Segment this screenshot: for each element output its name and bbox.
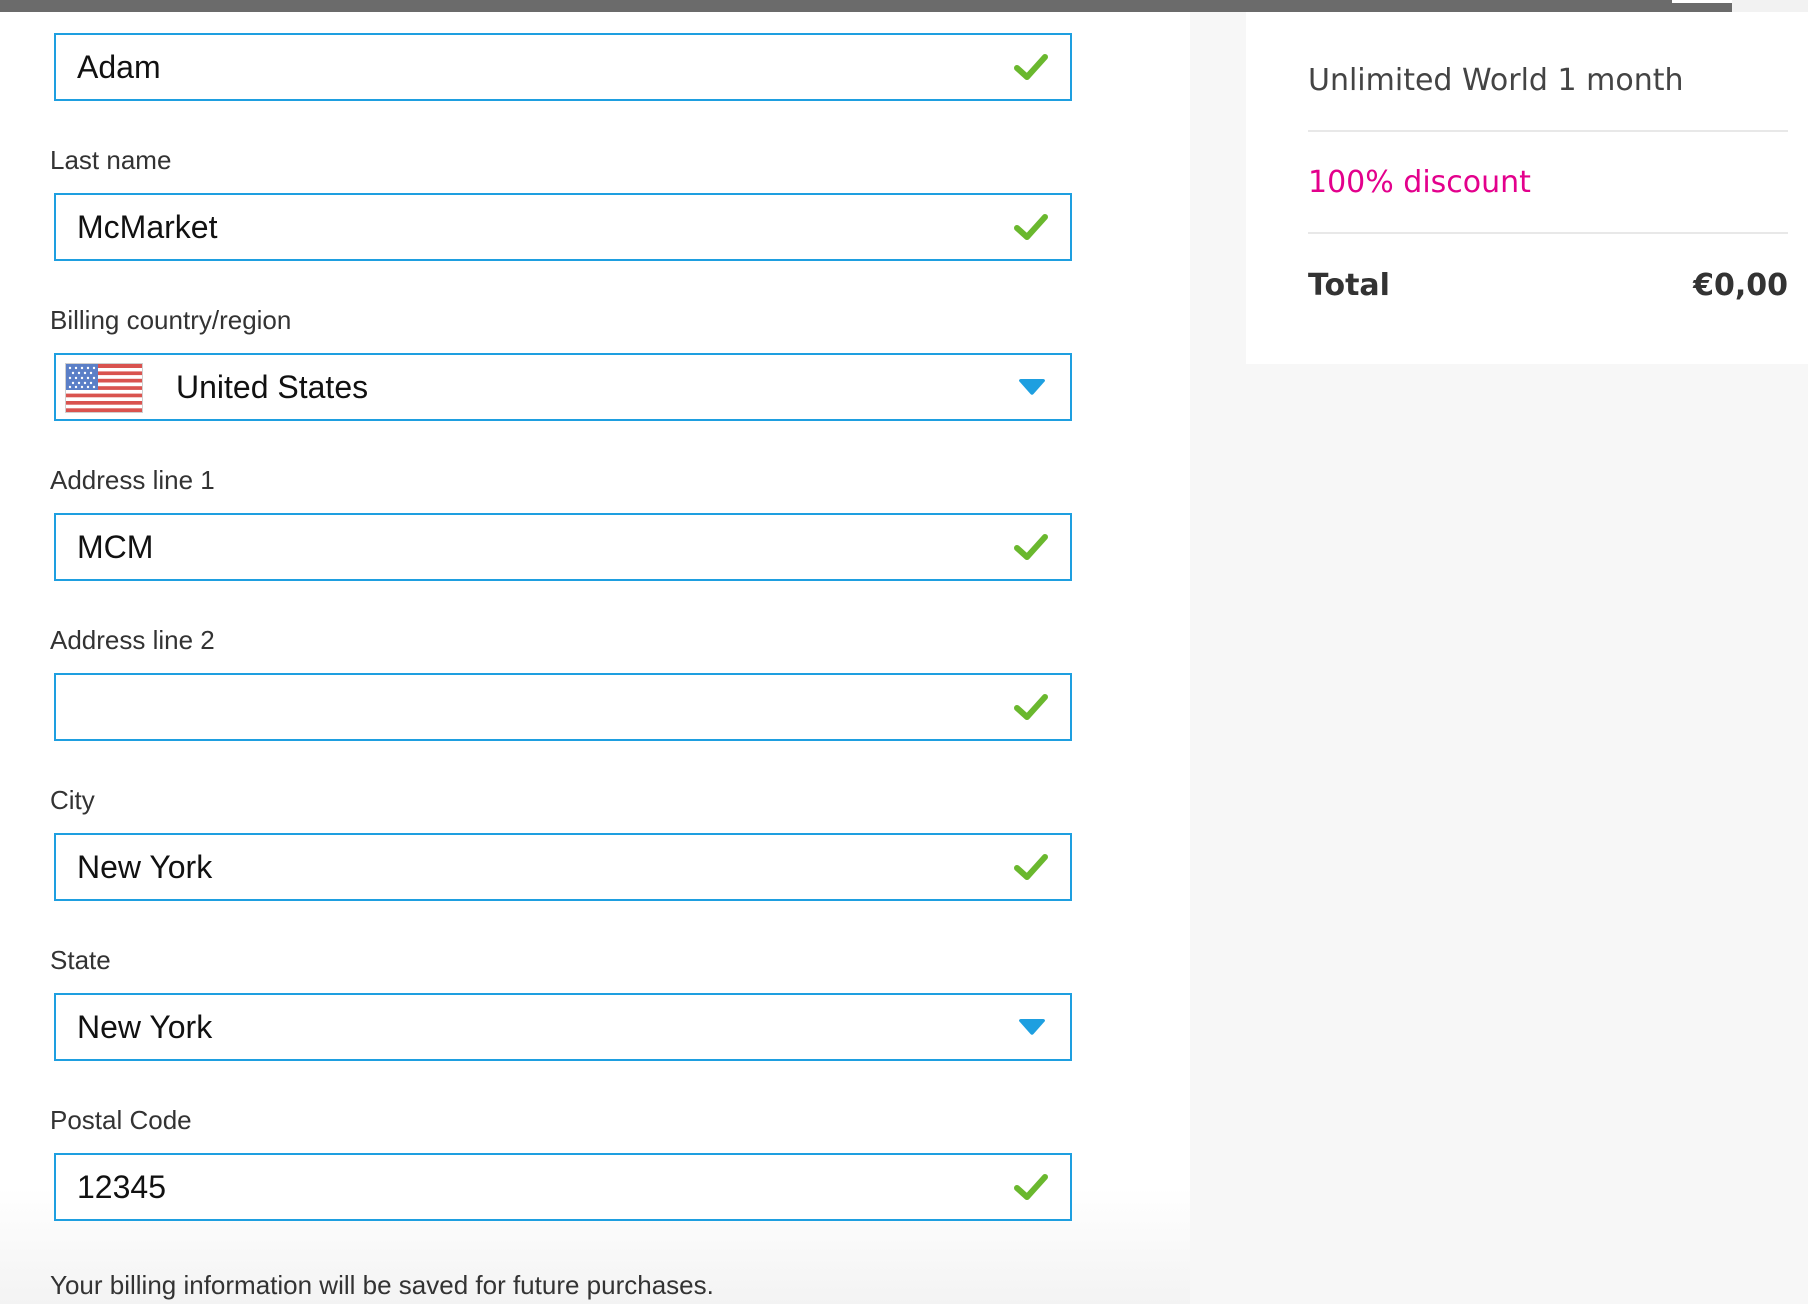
billing-country-value: United States — [176, 369, 369, 405]
state-select[interactable]: New York — [54, 993, 1072, 1061]
check-icon — [1014, 214, 1048, 240]
check-icon — [1014, 694, 1048, 720]
product-name: Unlimited World 1 month — [1308, 63, 1684, 98]
check-icon — [1014, 1174, 1048, 1200]
total-value: €0,00 — [1693, 268, 1788, 303]
summary-divider — [1308, 232, 1788, 234]
address-line-1-field[interactable]: MCM — [54, 513, 1072, 581]
total-label: Total — [1308, 268, 1390, 303]
state-label: State — [50, 945, 111, 975]
billing-save-notice: Your billing information will be saved f… — [50, 1270, 714, 1300]
chevron-down-icon — [1019, 379, 1045, 395]
last-name-value: McMarket — [77, 209, 218, 245]
state-value: New York — [77, 1009, 213, 1045]
address-line-2-field[interactable] — [54, 673, 1072, 741]
check-icon — [1014, 854, 1048, 880]
first-name-value: Adam — [77, 49, 161, 85]
top-bar-cut — [1672, 0, 1732, 3]
postal-code-field[interactable]: 12345 — [54, 1153, 1072, 1221]
check-icon — [1014, 54, 1048, 80]
top-bar-edge — [1732, 0, 1808, 12]
browser-top-bar — [0, 0, 1808, 12]
order-summary-panel — [1190, 12, 1808, 1304]
address-line-1-value: MCM — [77, 529, 154, 565]
summary-divider — [1308, 130, 1788, 132]
city-label: City — [50, 785, 95, 815]
city-field[interactable]: New York — [54, 833, 1072, 901]
check-icon — [1014, 534, 1048, 560]
postal-code-label: Postal Code — [50, 1105, 192, 1135]
address-line-1-label: Address line 1 — [50, 465, 215, 495]
last-name-field[interactable]: McMarket — [54, 193, 1072, 261]
address-line-2-label: Address line 2 — [50, 625, 215, 655]
discount-text: 100% discount — [1308, 165, 1531, 200]
city-value: New York — [77, 849, 213, 885]
billing-country-label: Billing country/region — [50, 305, 292, 335]
us-flag-icon — [66, 364, 142, 412]
postal-code-value: 12345 — [77, 1169, 166, 1205]
first-name-field[interactable]: Adam — [54, 33, 1072, 101]
last-name-label: Last name — [50, 145, 172, 175]
chevron-down-icon — [1019, 1019, 1045, 1035]
billing-country-select[interactable]: United States — [54, 353, 1072, 421]
